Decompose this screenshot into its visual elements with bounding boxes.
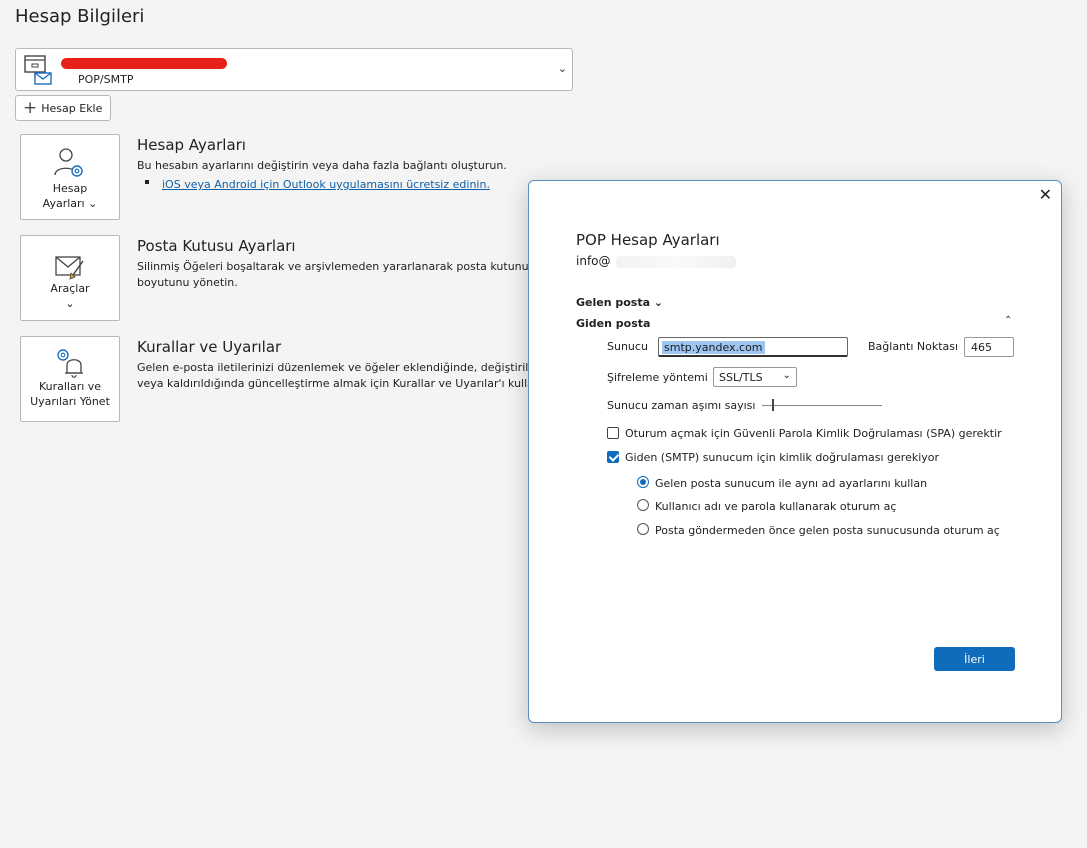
plus-icon: +: [23, 97, 38, 118]
spa-checkbox[interactable]: [607, 427, 619, 439]
account-type: POP/SMTP: [78, 73, 134, 86]
rules-alerts-desc-line2: veya kaldırıldığında güncelleştirme alma…: [137, 377, 529, 390]
encryption-value: SSL/TLS: [719, 371, 763, 384]
same-settings-label: Gelen posta sunucum ile aynı ad ayarları…: [655, 477, 928, 490]
server-value: smtp.yandex.com: [662, 341, 765, 354]
username-password-label: Kullanıcı adı ve parola kullanarak oturu…: [655, 500, 897, 513]
account-email-redacted: [61, 58, 227, 69]
encryption-select[interactable]: SSL/TLS ⌄: [713, 367, 797, 387]
login-before-send-radio[interactable]: [637, 523, 649, 535]
outlook-mobile-link[interactable]: iOS veya Android için Outlook uygulaması…: [162, 178, 490, 191]
account-settings-title: Hesap Ayarları: [137, 136, 246, 154]
rules-alerts-title: Kurallar ve Uyarılar: [137, 338, 282, 356]
username-password-radio[interactable]: [637, 499, 649, 511]
tile-label-line2: Ayarları ⌄: [42, 197, 98, 210]
user-gear-icon: [54, 148, 83, 177]
page-title: Hesap Bilgileri: [15, 6, 145, 27]
server-label: Sunucu: [607, 340, 648, 353]
tile-label-line1: Kuralları ve: [38, 380, 102, 393]
account-selector[interactable]: POP/SMTP ⌄: [15, 48, 573, 91]
port-label: Bağlantı Noktası: [868, 340, 959, 353]
chevron-down-icon: ⌄: [782, 370, 791, 381]
email-redacted: [616, 256, 736, 268]
dialog-email: info@: [576, 254, 611, 268]
account-settings-tile[interactable]: Hesap Ayarları ⌄: [20, 134, 120, 220]
timeout-label: Sunucu zaman aşımı sayısı: [607, 399, 756, 412]
server-input[interactable]: smtp.yandex.com: [658, 337, 848, 357]
mailbox-settings-desc-line1: Silinmiş Öğeleri boşaltarak ve arşivleme…: [137, 260, 529, 273]
login-before-send-label: Posta göndermeden önce gelen posta sunuc…: [655, 524, 1000, 537]
tile-label-line1: Araçlar: [50, 282, 90, 295]
timeout-slider-thumb[interactable]: [772, 399, 774, 411]
mailbox-settings-desc-line2: boyutunu yönetin.: [137, 276, 238, 289]
chevron-down-icon[interactable]: ⌄: [558, 62, 567, 75]
chevron-up-icon[interactable]: ⌃: [1004, 315, 1012, 326]
mailbox-settings-title: Posta Kutusu Ayarları: [137, 237, 296, 255]
port-input[interactable]: 465: [964, 337, 1014, 357]
incoming-mail-toggle[interactable]: Gelen posta ⌄: [576, 296, 663, 309]
same-settings-radio[interactable]: [637, 476, 649, 488]
add-account-button[interactable]: + Hesap Ekle: [15, 95, 111, 121]
mailbox-cleanup-icon: [55, 256, 84, 280]
tile-label-line2: ⌄: [65, 297, 75, 310]
timeout-slider-track[interactable]: [762, 405, 882, 406]
spa-label: Oturum açmak için Güvenli Parola Kimlik …: [625, 427, 1002, 440]
smtp-auth-checkbox[interactable]: [607, 451, 619, 463]
rules-alerts-tile[interactable]: Kuralları ve Uyarıları Yönet: [20, 336, 120, 422]
add-account-label: Hesap Ekle: [41, 101, 103, 115]
rules-alerts-desc-line1: Gelen e-posta iletilerinizi düzenlemek v…: [137, 361, 529, 374]
smtp-auth-label: Giden (SMTP) sunucum için kimlik doğrula…: [625, 451, 940, 464]
pop-account-settings-dialog: ✕ POP Hesap Ayarları info@ Gelen posta ⌄…: [528, 180, 1062, 723]
mailbox-icon: [24, 55, 52, 85]
outgoing-mail-toggle[interactable]: Giden posta: [576, 317, 650, 330]
account-settings-desc: Bu hesabın ayarlarını değiştirin veya da…: [137, 159, 507, 172]
close-icon[interactable]: ✕: [1039, 185, 1052, 204]
encryption-label: Şifreleme yöntemi: [607, 371, 708, 384]
bell-gear-icon: [57, 349, 83, 378]
dialog-title: POP Hesap Ayarları: [576, 231, 720, 249]
tools-tile[interactable]: Araçlar ⌄: [20, 235, 120, 321]
tile-label-line2: Uyarıları Yönet: [30, 395, 110, 408]
next-button[interactable]: İleri: [934, 647, 1015, 671]
tile-label-line1: Hesap: [52, 182, 88, 195]
bullet: [145, 180, 149, 184]
